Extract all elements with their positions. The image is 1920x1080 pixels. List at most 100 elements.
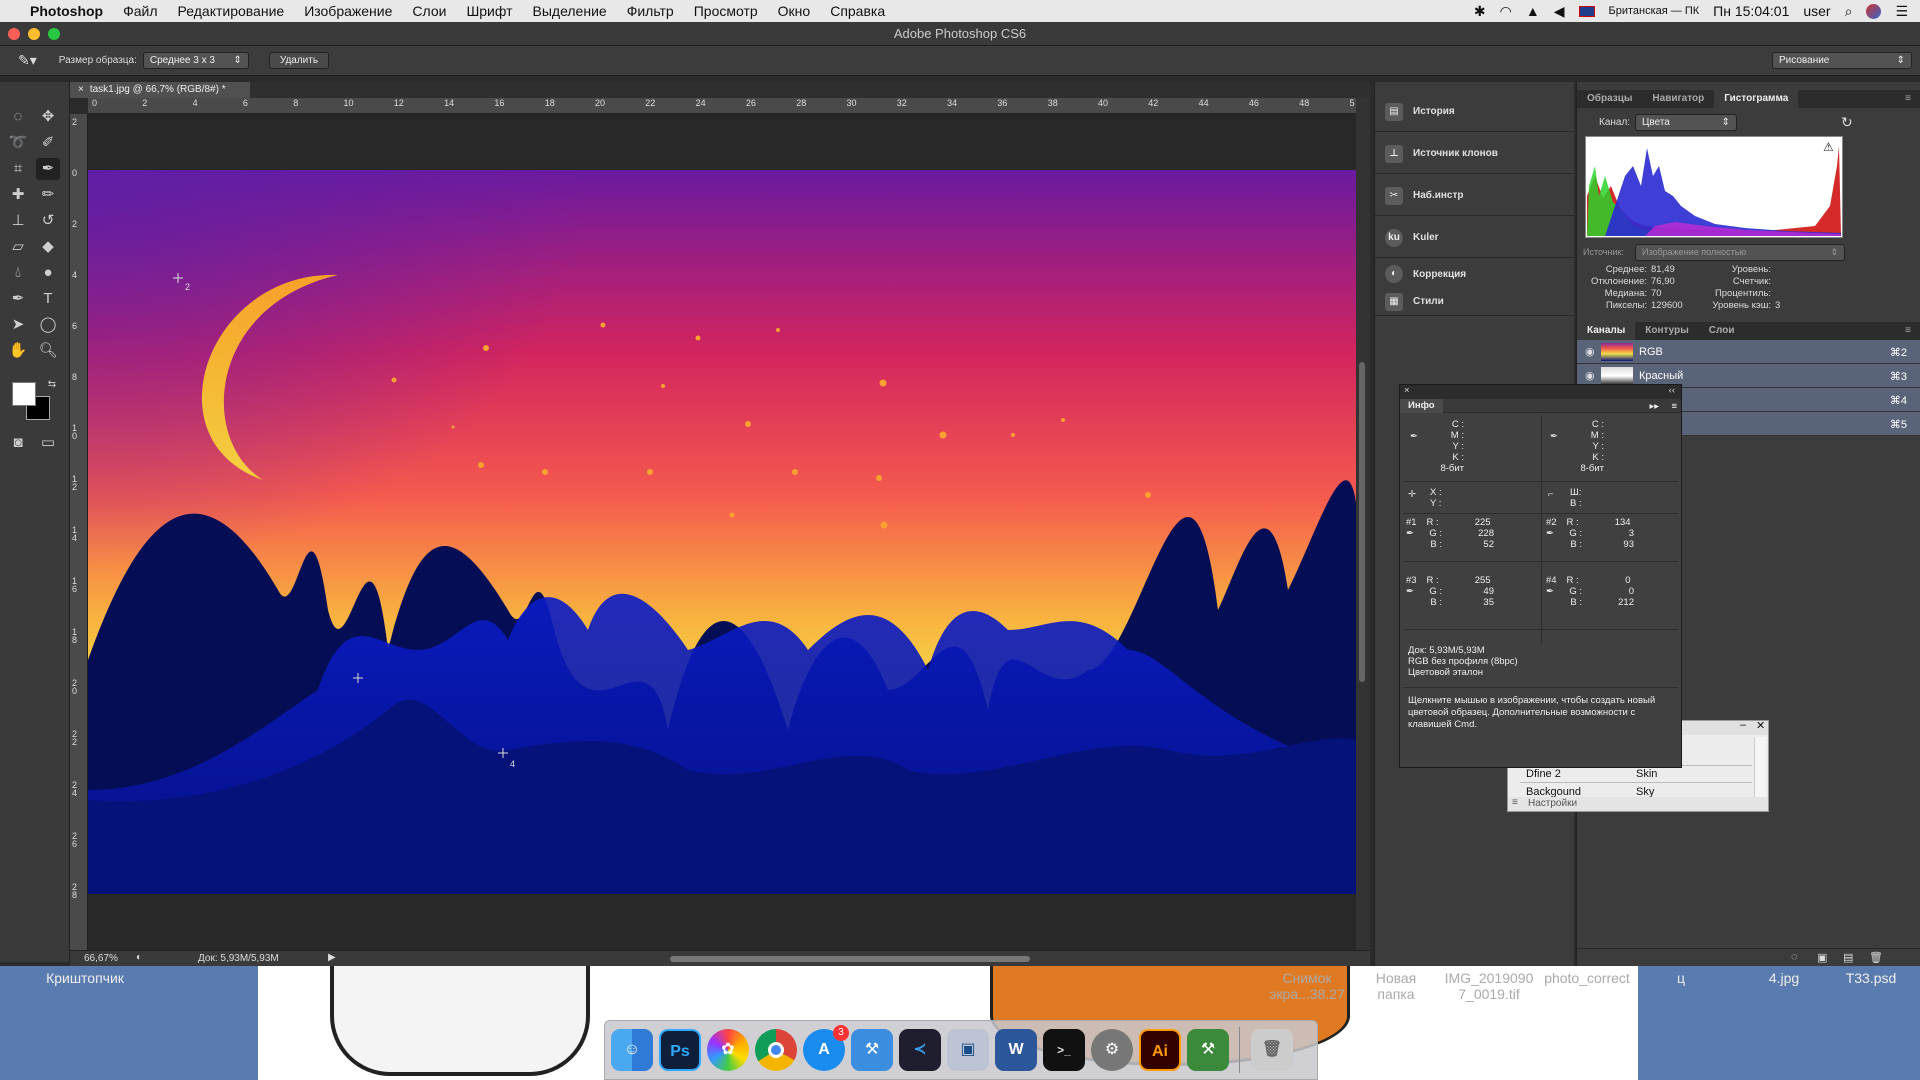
zoom-tool-icon[interactable]: 🔍︎ [36, 340, 60, 362]
desktop-item[interactable]: 4.jpg [1754, 970, 1814, 986]
status-info-icon[interactable]: ◐ [136, 952, 142, 963]
trash-icon[interactable]: 🗑︎ [1251, 1029, 1293, 1071]
close-tab-icon[interactable]: × [78, 84, 84, 95]
photos-icon[interactable]: ✿ [707, 1029, 749, 1071]
delete-button[interactable]: Удалить [268, 52, 330, 69]
desktop-item[interactable]: ц [1666, 970, 1696, 986]
cache-warning-icon[interactable]: ⚠ [1823, 140, 1834, 154]
healing-tool-icon[interactable]: ✚ [6, 184, 30, 206]
shape-tool-icon[interactable]: ◯ [36, 314, 60, 336]
tab-paths[interactable]: Контуры [1635, 322, 1698, 340]
swap-colors-icon[interactable]: ⇆ [40, 374, 64, 396]
photoshop-icon[interactable]: Ps [659, 1029, 701, 1071]
collapse-icon[interactable]: ‹‹ [1669, 385, 1675, 396]
airplay-icon[interactable]: ▲ [1526, 3, 1540, 19]
eraser-tool-icon[interactable]: ▱ [6, 236, 30, 258]
word-icon[interactable]: W [995, 1029, 1037, 1071]
hand-tool-icon[interactable]: ✋ [6, 340, 30, 362]
tab-channels[interactable]: Каналы [1577, 322, 1636, 340]
chrome-icon[interactable] [755, 1029, 797, 1071]
settings-icon[interactable]: ≡ [1512, 797, 1518, 808]
desktop-item[interactable]: Криштопчик [30, 970, 140, 986]
sample-size-select[interactable]: Среднее 3 х 3 ⇕ [142, 52, 249, 69]
desktop-item[interactable]: Новая папка [1366, 970, 1426, 1002]
flag-icon[interactable] [1578, 5, 1595, 17]
android-studio-icon[interactable]: ⚒ [1187, 1029, 1229, 1071]
zoom-window-button[interactable] [48, 28, 60, 40]
table-row[interactable]: Dfine 2 Skin [1520, 767, 1752, 783]
panel-forward-icon[interactable]: ▸▸ [1649, 400, 1659, 414]
pen-tool-icon[interactable]: ✒ [6, 288, 30, 310]
move-tool-icon[interactable]: ✥ [36, 106, 60, 128]
menu-app-name[interactable]: Photoshop [20, 3, 113, 19]
tab-navigator[interactable]: Навигатор [1642, 90, 1714, 108]
input-source[interactable]: Британская — ПК [1609, 5, 1700, 17]
blur-tool-icon[interactable]: 💧︎ [6, 262, 30, 284]
scroll-thumb[interactable] [1359, 362, 1365, 682]
dodge-tool-icon[interactable]: ● [36, 262, 60, 284]
menu-filter[interactable]: Фильтр [617, 3, 684, 19]
close-window-button[interactable] [8, 28, 20, 40]
table-scrollbar[interactable] [1754, 737, 1766, 797]
refresh-icon[interactable]: ↻ [1841, 114, 1853, 131]
vscode-icon[interactable]: ≺ [899, 1029, 941, 1071]
user-menu[interactable]: user [1803, 3, 1830, 19]
illustrator-icon[interactable]: Ai [1139, 1029, 1181, 1071]
workspace-select[interactable]: Рисование ⇕ [1772, 52, 1912, 69]
menu-view[interactable]: Просмотр [684, 3, 768, 19]
menu-image[interactable]: Изображение [294, 3, 402, 19]
lasso-tool-icon[interactable]: ➰ [6, 132, 30, 154]
bucket-tool-icon[interactable]: ◆ [36, 236, 60, 258]
vertical-scrollbar[interactable] [1356, 98, 1370, 950]
crop-tool-icon[interactable]: ⌗ [6, 158, 30, 180]
source-select[interactable]: Изображение полностью ⇕ [1635, 244, 1845, 261]
marquee-tool-icon[interactable]: ◌ [6, 106, 30, 128]
wifi-icon[interactable]: ◠ [1500, 3, 1512, 20]
panel-history[interactable]: ▤ История [1375, 92, 1575, 132]
history-brush-tool-icon[interactable]: ↺ [36, 210, 60, 232]
panel-adjustments[interactable]: ◐ Коррекция [1375, 260, 1575, 288]
menu-layers[interactable]: Слои [402, 3, 456, 19]
desktop-item[interactable]: Снимок экра...38.27 [1262, 970, 1352, 1002]
panel-tool-presets[interactable]: ✂ Наб.инстр [1375, 176, 1575, 216]
document-tab[interactable]: × task1.jpg @ 66,7% (RGB/8#) * [70, 82, 250, 98]
tab-info[interactable]: Инфо [1400, 399, 1443, 413]
minimize-window-button[interactable] [28, 28, 40, 40]
close-icon[interactable]: × [1404, 385, 1410, 396]
bluetooth-icon[interactable]: ✱ [1474, 3, 1486, 20]
panel-clone-source[interactable]: ⊥ Источник клонов [1375, 134, 1575, 174]
document-canvas[interactable]: 2 4 [88, 170, 1357, 894]
minimize-icon[interactable]: – [1740, 719, 1746, 731]
delete-channel-icon[interactable]: 🗑︎ [1869, 951, 1883, 964]
menu-window[interactable]: Окно [768, 3, 821, 19]
tab-histogram[interactable]: Гистограмма [1714, 90, 1799, 108]
eyedropper-tool-preset-icon[interactable]: ✎▾ [18, 52, 37, 69]
screen-mode-icon[interactable]: ▭ [36, 432, 60, 454]
path-select-tool-icon[interactable]: ➤ [6, 314, 30, 336]
eyedropper-tool-icon[interactable]: ✒ [36, 158, 60, 180]
horizontal-scroll-thumb[interactable] [670, 956, 1030, 962]
panel-menu-icon[interactable]: ≡ [1671, 400, 1677, 414]
save-selection-icon[interactable]: ▣ [1817, 951, 1827, 964]
load-selection-icon[interactable]: ◌ [1791, 951, 1798, 963]
menu-help[interactable]: Справка [820, 3, 895, 19]
panel-menu-icon[interactable]: ≡ [1895, 322, 1920, 340]
tab-layers[interactable]: Слои [1699, 322, 1745, 340]
clock[interactable]: Пн 15:04:01 [1713, 3, 1789, 19]
brush-tool-icon[interactable]: ✏ [36, 184, 60, 206]
tab-swatches[interactable]: Образцы [1577, 90, 1642, 108]
channel-select[interactable]: Цвета ⇕ [1635, 114, 1737, 131]
notification-center-icon[interactable]: ☰ [1895, 3, 1908, 20]
eye-icon[interactable]: ◉ [1585, 345, 1595, 358]
xcode-icon[interactable]: ⚒ [851, 1029, 893, 1071]
panel-styles[interactable]: ▦ Стили [1375, 288, 1575, 316]
desktop-item[interactable]: T33.psd [1836, 970, 1906, 986]
panel-menu-icon[interactable]: ≡ [1895, 90, 1920, 108]
finder-icon[interactable]: ☺ [611, 1029, 653, 1071]
volume-icon[interactable]: ◀ [1554, 3, 1565, 20]
eye-icon[interactable]: ◉ [1585, 369, 1595, 382]
preferences-icon[interactable]: ⚙ [1091, 1029, 1133, 1071]
quick-mask-icon[interactable]: ◙ [6, 432, 30, 454]
menu-file[interactable]: Файл [113, 3, 167, 19]
new-channel-icon[interactable]: ▤ [1843, 951, 1853, 964]
